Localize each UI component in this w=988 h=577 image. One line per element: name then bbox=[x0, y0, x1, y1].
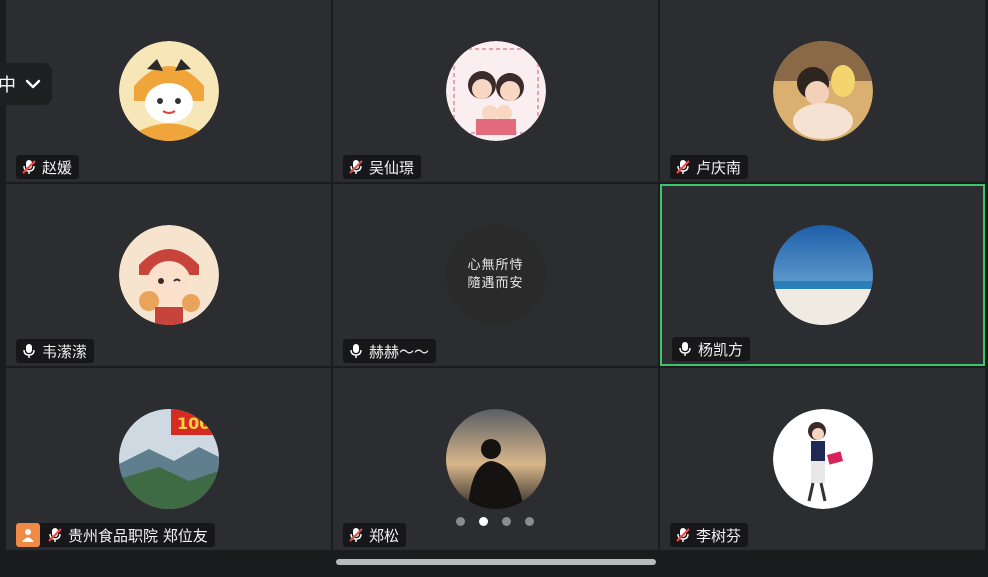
mic-icon bbox=[350, 344, 362, 358]
mic-muted-icon bbox=[349, 528, 363, 542]
page-dot[interactable] bbox=[525, 517, 534, 526]
mic-icon bbox=[679, 342, 691, 356]
participant-name: 吴仙璟 bbox=[369, 158, 415, 177]
avatar-text: 心無所恃 隨遇而安 bbox=[467, 258, 524, 291]
participant-name: 赫赫～～ bbox=[369, 342, 430, 361]
participant-name: 贵州食品职院 郑位友 bbox=[68, 526, 208, 545]
participant-name-tag: 吴仙璟 bbox=[343, 155, 422, 179]
language-label: 中 bbox=[0, 75, 16, 96]
participant-tile[interactable]: 心無所恃 隨遇而安 赫赫～～ bbox=[333, 184, 658, 366]
mic-muted-icon bbox=[349, 160, 363, 174]
participant-name-tag: 卢庆南 bbox=[670, 155, 749, 179]
avatar: 心無所恃 隨遇而安 bbox=[445, 225, 546, 325]
participant-tile[interactable]: 吴仙璟 bbox=[333, 0, 658, 182]
mic-icon bbox=[23, 344, 35, 358]
participant-name-tag: 赫赫～～ bbox=[343, 339, 437, 363]
participant-name-tag: 韦潆潆 bbox=[16, 339, 95, 363]
participant-name-tag: 赵媛 bbox=[16, 155, 80, 179]
avatar bbox=[118, 225, 219, 325]
mic-muted-icon bbox=[22, 160, 36, 174]
participant-name: 杨凯方 bbox=[698, 340, 744, 359]
participant-tile[interactable]: 100 贵州食品职院 郑位友 bbox=[6, 368, 331, 550]
page-indicator[interactable] bbox=[456, 517, 534, 526]
mic-muted-icon bbox=[676, 160, 690, 174]
participant-name: 韦潆潆 bbox=[42, 342, 88, 361]
mic-muted-icon bbox=[676, 528, 690, 542]
avatar bbox=[445, 409, 546, 509]
avatar bbox=[772, 409, 873, 509]
page-dot[interactable] bbox=[456, 517, 465, 526]
participant-name: 卢庆南 bbox=[696, 158, 742, 177]
home-indicator-bar[interactable] bbox=[336, 559, 656, 565]
avatar bbox=[772, 225, 873, 325]
page-dot[interactable] bbox=[502, 517, 511, 526]
participant-tile[interactable]: 李树芬 bbox=[660, 368, 985, 550]
mic-muted-icon bbox=[48, 528, 62, 542]
video-grid: 赵媛 吴仙璟 卢庆南 韦潆潆 心無所恃 隨遇而安 赫赫～～ 杨凯方 100 贵州… bbox=[0, 0, 988, 550]
participant-name-tag: 贵州食品职院 郑位友 bbox=[16, 523, 215, 547]
participant-name-tag: 郑松 bbox=[343, 523, 407, 547]
participant-name-tag: 李树芬 bbox=[670, 523, 749, 547]
participant-name: 赵媛 bbox=[42, 158, 73, 177]
participant-name: 李树芬 bbox=[696, 526, 742, 545]
avatar: 100 bbox=[118, 409, 219, 509]
participant-name: 郑松 bbox=[369, 526, 400, 545]
avatar bbox=[772, 41, 873, 141]
participant-name-tag: 杨凯方 bbox=[672, 337, 751, 361]
host-icon bbox=[16, 523, 40, 547]
chevron-down-icon bbox=[25, 79, 41, 89]
participant-tile[interactable]: 赵媛 bbox=[6, 0, 331, 182]
participant-tile-active-speaker[interactable]: 杨凯方 bbox=[660, 184, 985, 366]
participant-tile[interactable]: 韦潆潆 bbox=[6, 184, 331, 366]
language-switch-button[interactable]: 中 bbox=[0, 63, 52, 105]
avatar bbox=[118, 41, 219, 141]
page-dot-active[interactable] bbox=[479, 517, 488, 526]
avatar bbox=[445, 41, 546, 141]
svg-text:100: 100 bbox=[177, 414, 210, 433]
participant-tile[interactable]: 卢庆南 bbox=[660, 0, 985, 182]
